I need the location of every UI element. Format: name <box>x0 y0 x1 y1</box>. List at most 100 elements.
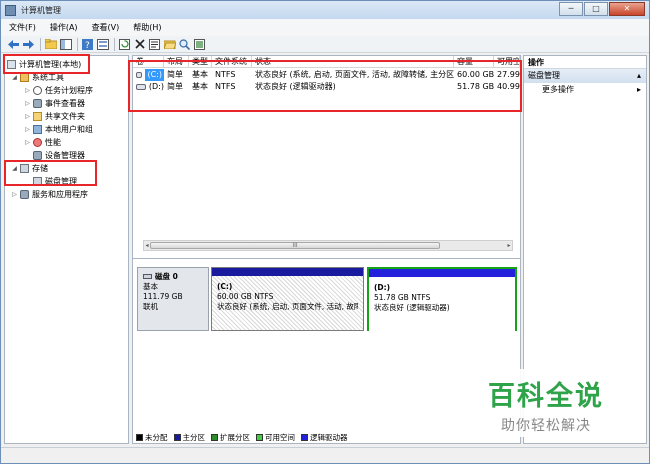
disk-size: 111.79 GB <box>143 292 183 301</box>
disk-type: 基本 <box>143 282 158 291</box>
disk-state: 联机 <box>143 302 158 311</box>
more-actions-item[interactable]: 更多操作 ▸ <box>524 83 646 97</box>
tree-item-shared-folders[interactable]: ▷ 共享文件夹 <box>24 110 85 122</box>
disk-0-info[interactable]: 磁盘 0 基本 111.79 GB 联机 <box>137 267 209 331</box>
annotation-box-volumes <box>128 60 522 112</box>
delete-icon[interactable] <box>133 38 146 51</box>
expand-arrow-icon[interactable]: ▷ <box>24 139 31 146</box>
legend-label: 逻辑驱动器 <box>310 432 348 442</box>
event-viewer-icon <box>33 98 42 108</box>
tree-label: 设备管理器 <box>45 150 85 160</box>
shared-folder-icon <box>33 111 42 121</box>
partition-label: (D:) <box>374 283 391 292</box>
legend-label: 未分配 <box>145 432 168 442</box>
up-folder-icon[interactable] <box>44 38 57 51</box>
annotation-box-root <box>3 54 90 74</box>
tree-label: 性能 <box>45 137 61 147</box>
more-actions-label: 更多操作 <box>542 85 574 94</box>
expand-arrow-icon[interactable]: ▷ <box>24 113 31 120</box>
legend-item: 逻辑驱动器 <box>301 432 348 443</box>
legend-item: 主分区 <box>173 432 206 443</box>
collapse-arrow-icon[interactable]: ◢ <box>11 74 18 81</box>
computer-management-window: 计算机管理 ─ □ ✕ 文件(F) 操作(A) 查看(V) 帮助(H) ? 计算 <box>0 0 650 464</box>
expand-arrow-icon[interactable]: ▷ <box>24 126 31 133</box>
tree-item-performance[interactable]: ▷ 性能 <box>24 136 61 148</box>
navigation-tree: 计算机管理(本地) ◢ 系统工具 ▷ 任务计划程序 ▷ 事件查看器 ▷ 共享文件… <box>4 55 129 444</box>
search-icon[interactable] <box>178 38 191 51</box>
partition-legend: 未分配 主分区 扩展分区 可用空间 逻辑驱动器 <box>133 431 520 443</box>
partition-label: (C:) <box>217 282 233 291</box>
refresh-icon[interactable] <box>118 38 131 51</box>
scroll-right-arrow-icon[interactable]: ▸ <box>505 241 513 250</box>
disk-name: 磁盘 0 <box>155 272 178 281</box>
partition-c[interactable]: (C:) 60.00 GB NTFS 状态良好 (系统, 启动, 页面文件, 活… <box>211 267 364 331</box>
legend-swatch <box>301 433 308 441</box>
legend-label: 主分区 <box>182 432 206 442</box>
legend-swatch <box>136 433 143 441</box>
toolbar-separator <box>77 37 78 51</box>
watermark-title: 百科全说 <box>488 381 604 412</box>
logical-drive-bar <box>369 269 515 277</box>
expand-arrow-icon[interactable]: ▷ <box>24 100 31 107</box>
properties-sheet-icon[interactable] <box>148 38 161 51</box>
legend-item: 可用空间 <box>256 432 295 443</box>
tree-label: 共享文件夹 <box>45 111 85 121</box>
performance-icon <box>33 137 42 147</box>
clock-icon <box>33 85 42 95</box>
status-bar <box>1 447 649 463</box>
legend-label: 扩展分区 <box>220 432 250 442</box>
maximize-button[interactable]: □ <box>584 2 608 16</box>
actions-title: 操作 <box>524 56 646 69</box>
menu-file[interactable]: 文件(F) <box>1 22 42 33</box>
actions-section-label: 磁盘管理 <box>528 71 560 80</box>
submenu-arrow-icon: ▸ <box>636 85 641 94</box>
legend-item: 未分配 <box>136 432 168 443</box>
partition-d[interactable]: (D:) 51.78 GB NTFS 状态良好 (逻辑驱动器) <box>367 267 517 331</box>
menu-view[interactable]: 查看(V) <box>84 22 126 33</box>
expand-arrow-icon[interactable]: ▷ <box>24 87 31 94</box>
horizontal-scrollbar[interactable]: ◂ III ▸ <box>143 240 513 251</box>
window-title: 计算机管理 <box>21 5 61 15</box>
help-icon[interactable]: ? <box>81 38 94 51</box>
partition-size: 51.78 GB NTFS <box>374 293 431 302</box>
tree-label: 事件查看器 <box>45 98 85 108</box>
toolbar-separator <box>40 37 41 51</box>
open-icon[interactable] <box>163 38 176 51</box>
device-manager-icon <box>33 150 42 160</box>
actions-section-disk-management[interactable]: 磁盘管理 ▴ <box>524 69 646 83</box>
tree-item-event-viewer[interactable]: ▷ 事件查看器 <box>24 97 85 109</box>
menu-action[interactable]: 操作(A) <box>42 22 84 33</box>
tree-item-services-apps[interactable]: ▷ 服务和应用程序 <box>11 188 88 200</box>
tree-label: 本地用户和组 <box>45 124 93 134</box>
properties-icon[interactable] <box>96 38 109 51</box>
close-button[interactable]: ✕ <box>609 2 645 16</box>
menu-help[interactable]: 帮助(H) <box>125 22 167 33</box>
tree-item-task-scheduler[interactable]: ▷ 任务计划程序 <box>24 84 93 96</box>
menu-bar: 文件(F) 操作(A) 查看(V) 帮助(H) <box>1 19 649 36</box>
tree-label: 任务计划程序 <box>45 85 93 95</box>
expand-arrow-icon[interactable]: ▷ <box>11 191 18 198</box>
forward-arrow-icon[interactable] <box>22 38 35 51</box>
legend-swatch <box>211 433 218 441</box>
annotation-box-storage <box>4 160 97 186</box>
scrollbar-thumb[interactable]: III <box>150 242 440 249</box>
collapse-arrow-icon[interactable]: ▴ <box>637 69 641 83</box>
app-icon <box>5 4 16 16</box>
minimize-button[interactable]: ─ <box>559 2 583 16</box>
legend-label: 可用空间 <box>265 432 295 442</box>
primary-partition-bar <box>212 268 363 276</box>
show-hide-tree-icon[interactable] <box>59 38 72 51</box>
export-icon[interactable] <box>193 38 206 51</box>
services-icon <box>20 189 29 199</box>
partition-size: 60.00 GB NTFS <box>217 292 274 301</box>
watermark-subtitle: 助你轻松解决 <box>501 418 591 434</box>
partition-status: 状态良好 (系统, 启动, 页面文件, 活动, 故障 <box>217 302 358 311</box>
legend-swatch <box>256 433 263 441</box>
back-arrow-icon[interactable] <box>7 38 20 51</box>
title-bar: 计算机管理 ─ □ ✕ <box>1 1 649 19</box>
partition-status: 状态良好 (逻辑驱动器) <box>374 303 450 312</box>
toolbar-separator <box>114 37 115 51</box>
tree-item-local-users[interactable]: ▷ 本地用户和组 <box>24 123 93 135</box>
disk-icon <box>143 274 152 279</box>
legend-swatch <box>173 433 181 441</box>
